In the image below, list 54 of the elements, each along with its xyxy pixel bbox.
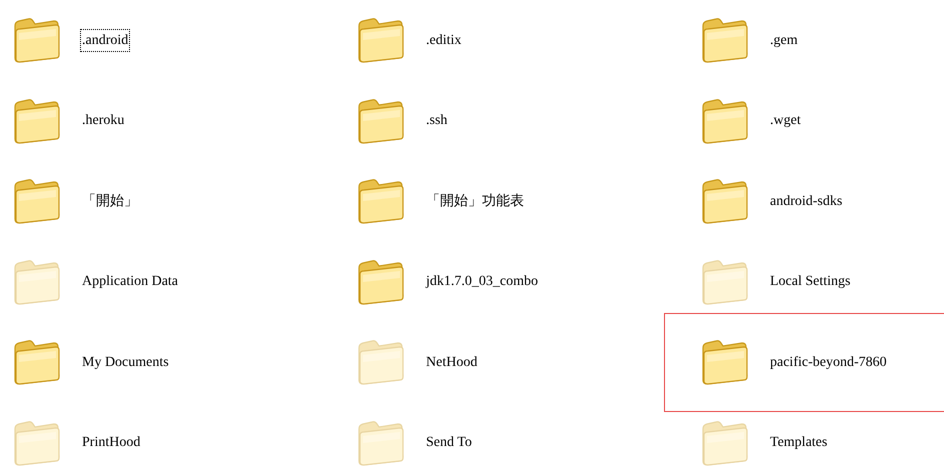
folder-name: .gem xyxy=(769,32,799,50)
folder-item[interactable]: jdk1.7.0_03_combo xyxy=(344,242,664,322)
folder-icon xyxy=(700,16,750,64)
folder-item[interactable]: Local Settings xyxy=(664,242,944,322)
folder-name: 「開始」 xyxy=(81,192,139,211)
folder-name: jdk1.7.0_03_combo xyxy=(424,273,539,292)
folder-icon xyxy=(700,258,750,306)
folder-item[interactable]: .gem xyxy=(664,0,944,80)
folder-icon xyxy=(700,96,750,145)
folder-icon xyxy=(12,418,62,467)
folder-item[interactable]: .editix xyxy=(344,0,664,80)
folder-item[interactable]: Send To xyxy=(344,402,664,468)
folder-item[interactable]: android-sdks xyxy=(664,161,944,242)
folder-icon xyxy=(700,338,750,386)
folder-icon xyxy=(12,338,62,386)
folder-icon xyxy=(356,338,406,386)
folder-item[interactable]: .heroku xyxy=(0,80,344,161)
folder-item[interactable]: PrintHood xyxy=(0,402,344,468)
folder-item[interactable]: NetHood xyxy=(344,322,664,402)
folder-name: .android xyxy=(80,28,130,52)
folder-item[interactable]: .ssh xyxy=(344,80,664,161)
folder-name: pacific-beyond-7860 xyxy=(769,354,888,372)
folder-name: PrintHood xyxy=(81,434,142,452)
folder-icon xyxy=(356,418,406,467)
folder-name: .heroku xyxy=(81,112,126,130)
folder-item[interactable]: .wget xyxy=(664,80,944,161)
folder-name: Templates xyxy=(769,434,828,452)
folder-icon xyxy=(12,96,62,145)
folder-name: 「開始」功能表 xyxy=(425,192,525,211)
folder-icon xyxy=(12,16,62,64)
folder-icon xyxy=(356,177,406,226)
folder-item[interactable]: 「開始」 xyxy=(0,161,344,242)
folder-name: .wget xyxy=(769,112,802,130)
folder-item[interactable]: pacific-beyond-7860 xyxy=(664,322,944,402)
folder-name: android-sdks xyxy=(769,192,844,211)
folder-icon xyxy=(700,418,750,467)
folder-icon xyxy=(12,177,62,226)
folder-item[interactable]: Application Data xyxy=(0,242,344,322)
folder-item[interactable]: My Documents xyxy=(0,322,344,402)
folder-name: .ssh xyxy=(425,112,448,130)
folder-item[interactable]: .android xyxy=(0,0,344,80)
folder-name: NetHood xyxy=(425,354,478,372)
folder-icon xyxy=(700,177,750,226)
folder-item[interactable]: 「開始」功能表 xyxy=(344,161,664,242)
folder-name: Send To xyxy=(425,434,473,452)
folder-name: .editix xyxy=(425,32,462,50)
folder-name: Local Settings xyxy=(769,273,852,292)
folder-name: Application Data xyxy=(81,273,180,292)
folder-icon xyxy=(356,96,406,145)
folder-icon xyxy=(356,16,406,64)
folder-name: My Documents xyxy=(81,354,170,372)
folder-item[interactable]: Templates xyxy=(664,402,944,468)
folder-icon xyxy=(12,258,62,306)
folder-icon xyxy=(356,258,406,306)
